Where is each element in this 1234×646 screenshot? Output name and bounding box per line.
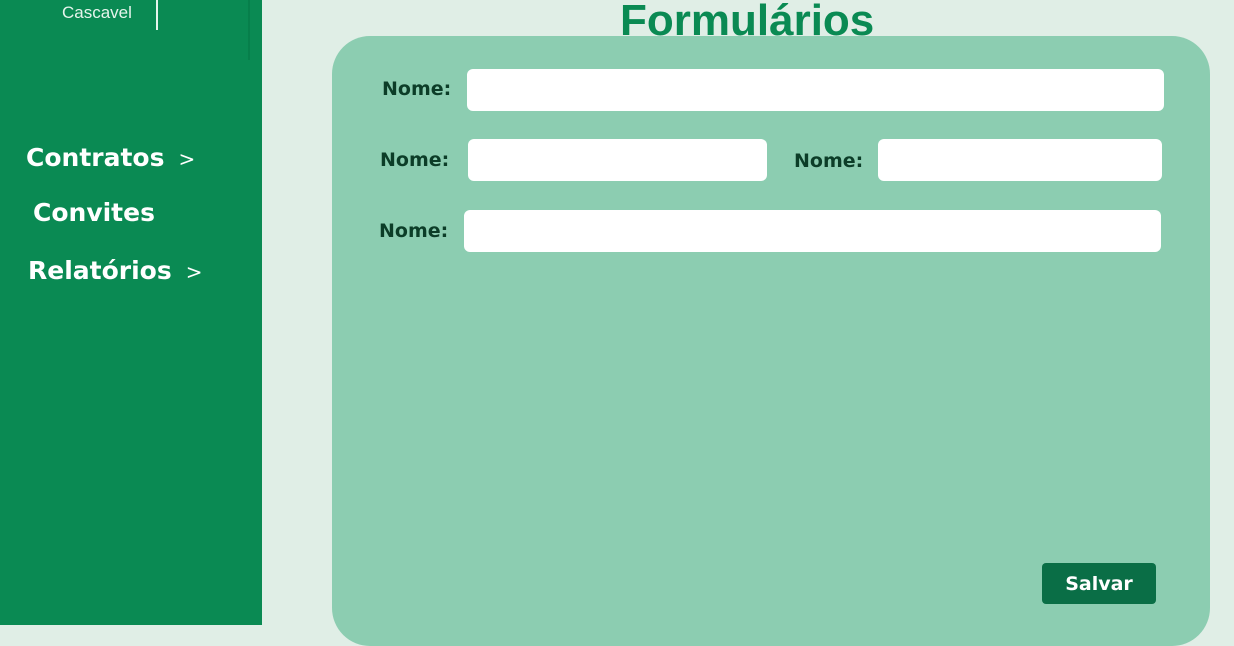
sidebar-item-label: Contratos [26, 143, 165, 172]
name-label-3: Nome: [794, 150, 864, 172]
name-field-2[interactable] [468, 139, 767, 181]
chevron-right-icon: > [185, 260, 203, 284]
brand-divider [156, 0, 158, 30]
save-button[interactable]: Salvar [1042, 563, 1156, 604]
name-field-4[interactable] [464, 210, 1161, 252]
sidebar-item-contratos[interactable]: Contratos > [26, 140, 195, 176]
name-label-2: Nome: [380, 149, 450, 171]
sidebar-item-convites[interactable]: Convites [33, 196, 155, 230]
brand-edge-line [248, 0, 250, 60]
name-label-4: Nome: [379, 220, 449, 242]
form-panel [332, 36, 1210, 646]
sidebar: Cascavel Contratos > Convites Relatórios… [0, 0, 262, 625]
sidebar-item-label: Convites [33, 198, 155, 227]
name-field-3[interactable] [878, 139, 1162, 181]
sidebar-item-label: Relatórios [28, 256, 172, 285]
sidebar-item-relatorios[interactable]: Relatórios > [28, 253, 203, 289]
name-label-1: Nome: [382, 78, 452, 100]
chevron-right-icon: > [178, 147, 196, 171]
brand-city: Cascavel [62, 3, 132, 22]
name-field-1[interactable] [467, 69, 1164, 111]
